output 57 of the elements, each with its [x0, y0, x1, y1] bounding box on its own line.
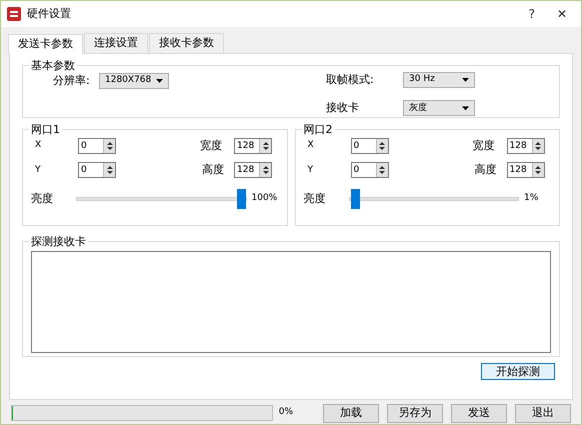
spin-arrows-icon — [532, 138, 544, 153]
slider-thumb[interactable] — [236, 188, 246, 209]
spin-box[interactable]: 0 — [350, 138, 388, 154]
field-label: X — [34, 139, 42, 152]
group-title: 探测接收卡 — [30, 236, 87, 248]
help-button[interactable]: ? — [520, 5, 543, 23]
spin-arrows-icon — [259, 163, 271, 178]
spin-arrows-icon — [532, 163, 544, 178]
field-label: X — [306, 139, 315, 152]
spin-box[interactable]: 128 — [234, 162, 272, 178]
dropdown[interactable]: 灰度 — [403, 100, 475, 116]
field-label: Y — [34, 164, 42, 177]
tab[interactable]: 连接设置 — [84, 33, 148, 52]
app-logo-icon — [7, 7, 21, 21]
spin-arrows-icon — [103, 163, 115, 178]
footer-button[interactable]: 加载 — [323, 404, 379, 422]
spin-box[interactable]: 128 — [506, 162, 544, 178]
group-title: 网口1 — [30, 124, 61, 136]
footer-button[interactable]: 退出 — [515, 404, 571, 422]
spin-arrows-icon — [103, 138, 115, 153]
field-label: 高度 — [474, 162, 498, 178]
close-button[interactable]: ✕ — [548, 5, 575, 23]
group-title: 基本参数 — [30, 60, 76, 72]
dropdown[interactable]: 1280X768 — [99, 72, 169, 89]
field-label: Y — [306, 164, 314, 177]
field-label: 接收卡 — [326, 100, 360, 116]
tab[interactable]: 发送卡参数 — [8, 34, 83, 54]
caret-icon — [156, 78, 163, 83]
spin-box[interactable]: 128 — [506, 138, 544, 154]
footer-button[interactable]: 另存为 — [387, 404, 443, 422]
tab[interactable]: 接收卡参数 — [149, 33, 224, 52]
spin-box[interactable]: 0 — [78, 138, 116, 154]
field-label: 宽度 — [199, 138, 223, 154]
group-title: 网口2 — [302, 124, 334, 136]
slider-thumb[interactable] — [351, 188, 360, 209]
window-title: 硬件设置 — [27, 6, 71, 22]
dropdown[interactable]: 30 Hz — [403, 72, 475, 88]
field-label: 亮度 — [31, 190, 54, 207]
slider-value: 1% — [523, 192, 540, 206]
spin-box[interactable]: 0 — [350, 162, 388, 178]
spin-box[interactable]: 128 — [234, 138, 272, 154]
text-area[interactable] — [31, 250, 551, 353]
caret-icon — [462, 106, 469, 110]
spin-arrows-icon — [376, 138, 388, 153]
spin-arrows-icon — [376, 163, 388, 178]
progress-value: 0% — [278, 406, 293, 420]
detect-button[interactable]: 开始探测 — [481, 362, 555, 380]
field-label: 高度 — [201, 162, 225, 178]
slider-value: 100% — [250, 192, 278, 206]
footer-button[interactable]: 发送 — [451, 404, 507, 422]
field-label: 亮度 — [304, 190, 326, 207]
spin-arrows-icon — [259, 138, 271, 153]
spin-box[interactable]: 0 — [78, 162, 116, 178]
caret-icon — [462, 78, 469, 82]
field-label: 取帧模式: — [326, 72, 375, 88]
field-label: 宽度 — [472, 138, 496, 154]
field-label: 分辨率: — [53, 72, 91, 89]
